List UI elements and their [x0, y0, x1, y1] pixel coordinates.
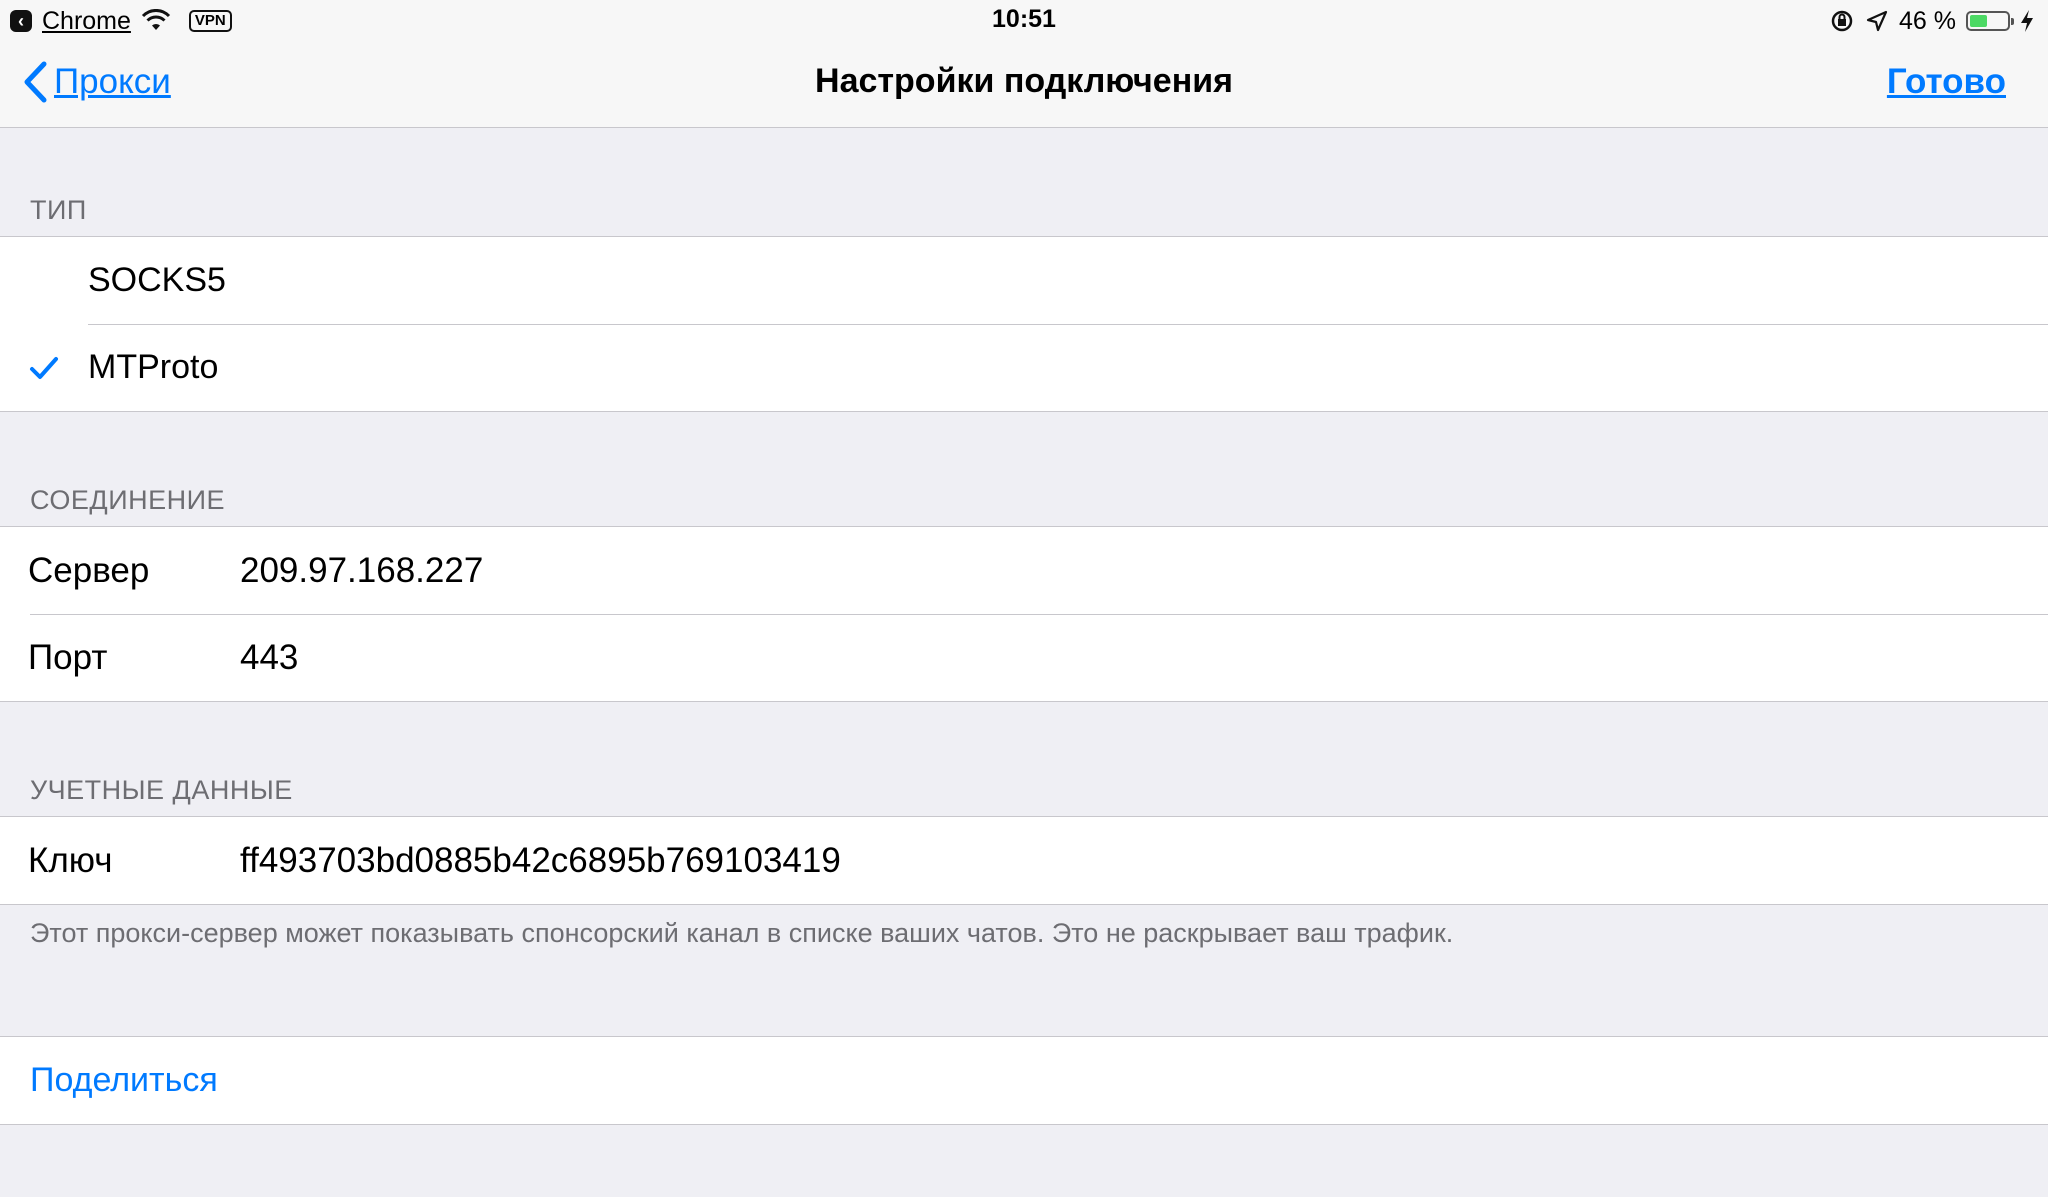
status-right: 46 % [1829, 4, 2034, 38]
section-header-connection: СОЕДИНЕНИЕ [30, 485, 226, 515]
type-option-socks5[interactable]: SOCKS5 [0, 237, 2048, 324]
battery-percentage: 46 % [1899, 6, 1956, 35]
share-row[interactable]: Поделиться [0, 1037, 2048, 1124]
location-arrow-icon [1866, 10, 1888, 32]
port-row[interactable]: Порт 443 [0, 614, 2048, 701]
page-title: Настройки подключения [815, 62, 1233, 100]
section-header-type: ТИП [30, 195, 87, 225]
type-option-mtproto[interactable]: MTProto [0, 324, 2048, 411]
status-bar: ‹ Chrome VPN 10:51 46 % [0, 0, 2048, 42]
key-row[interactable]: Ключ ff493703bd0885b42c6895b769103419 [0, 817, 2048, 904]
type-option-label: MTProto [88, 348, 219, 386]
back-button[interactable]: Прокси [22, 60, 171, 104]
type-option-label: SOCKS5 [88, 261, 226, 299]
share-group: Поделиться [0, 1036, 2048, 1125]
done-button[interactable]: Готово [1887, 62, 2006, 102]
type-options-group: SOCKS5 MTProto [0, 236, 2048, 412]
battery-fill [1970, 15, 1987, 27]
server-label: Сервер [28, 551, 150, 590]
status-time: 10:51 [992, 5, 1056, 33]
back-button-label: Прокси [54, 62, 171, 101]
charging-bolt-icon [2021, 10, 2033, 32]
navigation-bar: Прокси Настройки подключения Готово [0, 42, 2048, 128]
server-row[interactable]: Сервер 209.97.168.227 [0, 527, 2048, 614]
port-label: Порт [28, 638, 108, 677]
server-field[interactable]: 209.97.168.227 [240, 551, 483, 591]
credentials-group: Ключ ff493703bd0885b42c6895b769103419 [0, 816, 2048, 905]
port-field[interactable]: 443 [240, 638, 298, 678]
checkmark-icon [30, 357, 58, 379]
chevron-left-icon [24, 61, 47, 103]
key-label: Ключ [28, 841, 113, 880]
section-header-credentials: УЧЕТНЫЕ ДАННЫЕ [30, 775, 293, 805]
orientation-lock-icon [1831, 10, 1853, 32]
connection-group: Сервер 209.97.168.227 Порт 443 [0, 526, 2048, 702]
key-field[interactable]: ff493703bd0885b42c6895b769103419 [240, 841, 841, 881]
share-button[interactable]: Поделиться [30, 1061, 218, 1100]
sponsor-channel-note: Этот прокси-сервер может показывать спон… [30, 918, 1454, 948]
battery-icon [1966, 11, 2014, 31]
